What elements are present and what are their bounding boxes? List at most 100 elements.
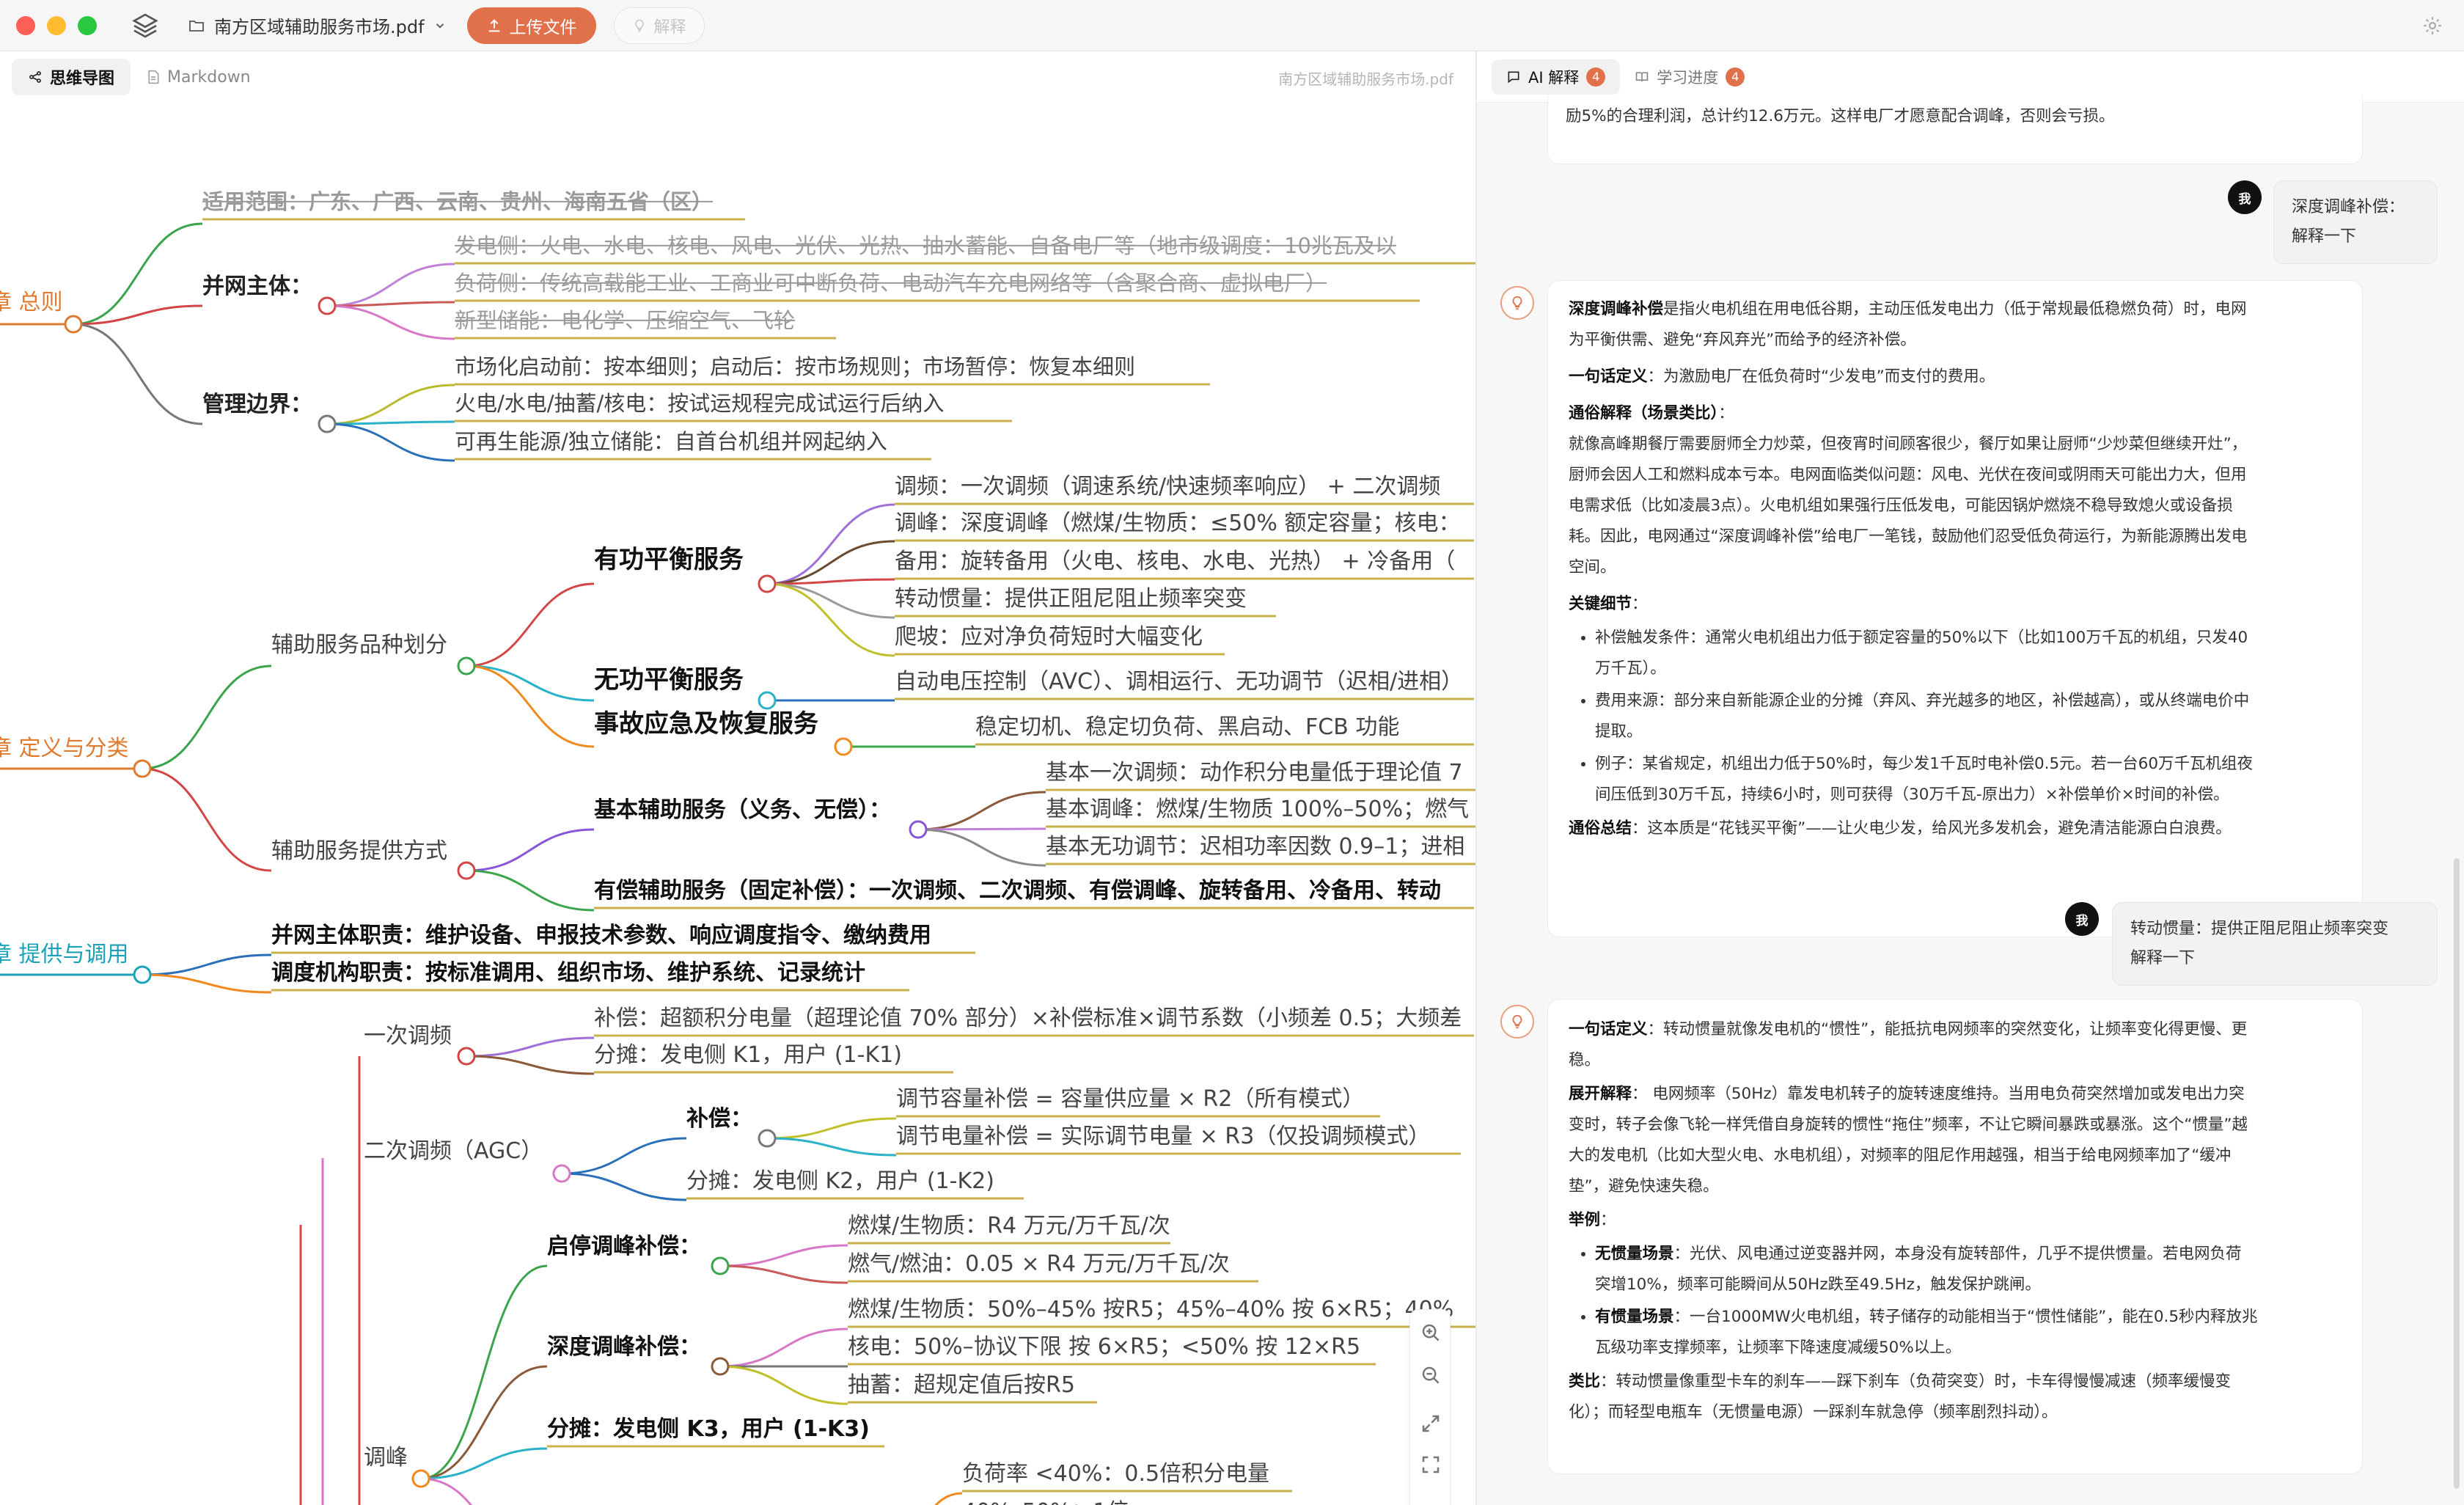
- mindmap-node[interactable]: 有偿辅助服务（固定补偿）：一次调频、二次调频、有偿调峰、旋转备用、冷备用、转动: [594, 878, 1441, 904]
- upload-file-button[interactable]: 上传文件: [466, 7, 596, 44]
- branch-connector: [466, 582, 595, 667]
- mindmap-node[interactable]: 基本无功调节：迟相功率因数 0.9–1；进相: [1046, 834, 1464, 860]
- mindmap-node[interactable]: 调节容量补偿 = 容量供应量 × R2（所有模式）: [896, 1086, 1364, 1112]
- node-toggle[interactable]: [758, 574, 777, 593]
- mindmap-node[interactable]: 启停调峰补偿：: [547, 1234, 701, 1259]
- mindmap-node[interactable]: 并网主体：: [202, 274, 312, 299]
- explain-button[interactable]: 解释: [613, 7, 705, 44]
- mindmap-node[interactable]: 有功平衡服务: [594, 545, 744, 574]
- node-toggle[interactable]: [457, 861, 476, 880]
- mindmap-node[interactable]: 40%–50%：1倍: [962, 1499, 1129, 1505]
- node-toggle[interactable]: [64, 315, 83, 334]
- mindmap-node[interactable]: 深度调峰补偿：: [547, 1334, 701, 1360]
- mindmap-node[interactable]: 备用：旋转备用（火电、核电、水电、光热） + 冷备用（: [895, 549, 1455, 574]
- mindmap-node[interactable]: 辅助服务提供方式: [271, 838, 447, 864]
- fit-view-icon[interactable]: [1420, 1413, 1442, 1435]
- mindmap-node[interactable]: 无功平衡服务: [594, 665, 744, 695]
- zoom-out-icon[interactable]: [1420, 1364, 1442, 1386]
- mindmap-node[interactable]: 补偿：: [686, 1106, 752, 1132]
- mindmap-node[interactable]: 调峰：深度调峰（燃煤/生物质：≤50% 额定容量；核电：: [895, 510, 1460, 536]
- mindmap-node[interactable]: 章 定义与分类: [0, 736, 129, 761]
- learning-progress-count-badge: 4: [1726, 67, 1745, 87]
- mindmap-node[interactable]: 爬坡：应对净负荷短时大幅变化: [895, 624, 1203, 650]
- mindmap-node[interactable]: 分摊：发电侧 K2，用户 (1-K2): [686, 1168, 994, 1194]
- tab-mindmap[interactable]: 思维导图: [12, 59, 131, 95]
- node-toggle[interactable]: [711, 1357, 730, 1376]
- file-name: 南方区域辅助服务市场.pdf: [214, 17, 425, 37]
- branch-connector: [766, 503, 895, 585]
- user-question-bubble: 转动惯量：提供正阻尼阻止频率突变 解释一下: [2112, 902, 2438, 986]
- mindmap-node[interactable]: 自动电压控制（AVC）、调相运行、无功调节（迟相/进相）: [895, 669, 1463, 695]
- mindmap-node[interactable]: 调峰: [364, 1445, 408, 1471]
- answer-card-previous: 励5%的合理利润，总计约12.6万元。这样电厂才愿意配合调峰，否则会亏损。: [1547, 95, 2363, 164]
- zoom-window-button[interactable]: [78, 15, 97, 35]
- mindmap-node[interactable]: 抽蓄：超规定值后按R5: [848, 1372, 1075, 1398]
- node-toggle[interactable]: [758, 1129, 777, 1148]
- branch-connector: [326, 263, 455, 307]
- fullscreen-icon[interactable]: [1420, 1454, 1442, 1476]
- mindmap-canvas[interactable]: 章 总则适用范围：广东、广西、云南、贵州、海南五省（区）并网主体：发电侧：火电、…: [0, 103, 1475, 1505]
- mindmap-node[interactable]: 基本调峰：燃煤/生物质 100%–50%；燃气: [1046, 797, 1469, 822]
- close-window-button[interactable]: [16, 15, 35, 35]
- mindmap-node[interactable]: 一次调频: [364, 1023, 452, 1049]
- mindmap-node[interactable]: 稳定切机、稳定切负荷、黑启动、FCB 功能: [975, 714, 1399, 740]
- node-toggle[interactable]: [411, 1469, 430, 1488]
- ai-explain-count-badge: 4: [1586, 67, 1606, 87]
- mindmap-node[interactable]: 火电/水电/抽蓄/核电：按试运规程完成试运行后纳入: [455, 391, 944, 416]
- node-toggle[interactable]: [318, 414, 337, 433]
- mindmap-node[interactable]: 基本一次调频：动作积分电量低于理论值 7: [1046, 760, 1463, 786]
- branch-connector: [73, 222, 203, 326]
- tab-ai-explain[interactable]: AI 解释 4: [1492, 59, 1621, 95]
- node-toggle[interactable]: [318, 296, 337, 315]
- scrollbar[interactable]: [2454, 858, 2460, 1489]
- tab-markdown[interactable]: Markdown: [131, 59, 267, 95]
- file-selector[interactable]: 南方区域辅助服务市场.pdf: [188, 12, 447, 38]
- node-toggle[interactable]: [133, 965, 152, 984]
- gear-icon[interactable]: [2421, 15, 2443, 37]
- node-toggle[interactable]: [711, 1256, 730, 1275]
- node-toggle[interactable]: [909, 820, 928, 839]
- mindmap-node[interactable]: 负荷率 <40%：0.5倍积分电量: [962, 1461, 1269, 1487]
- mindmap-node[interactable]: 调节电量补偿 = 实际调节电量 × R3（仅投调频模式）: [896, 1124, 1430, 1149]
- branch-connector: [420, 1264, 548, 1480]
- mindmap-node[interactable]: 调频：一次调频（调速系统/快速频率响应） + 二次调频: [895, 474, 1440, 499]
- mindmap-node[interactable]: 转动惯量：提供正阻尼阻止频率突变: [895, 586, 1247, 612]
- mindmap-node[interactable]: 事故应急及恢复服务: [594, 709, 818, 739]
- mindmap-node[interactable]: 核电：50%–协议下限 按 6×R5；<50% 按 12×R5: [848, 1334, 1360, 1360]
- mindmap-node[interactable]: 燃煤/生物质：R4 万元/万千瓦/次: [848, 1213, 1170, 1239]
- mindmap-node[interactable]: 市场化启动前：按本细则；启动后：按市场规则；市场暂停：恢复本细则: [455, 354, 1135, 379]
- node-toggle[interactable]: [457, 1047, 476, 1066]
- branch-connector: [719, 1365, 848, 1405]
- branch-connector: [142, 767, 272, 872]
- mindmap-node[interactable]: 章 提供与调用: [0, 942, 129, 967]
- download-icon[interactable]: [1420, 1502, 1442, 1505]
- branch-connector: [420, 1477, 473, 1505]
- node-toggle[interactable]: [457, 656, 476, 675]
- mindmap-node[interactable]: 二次调频（AGC）: [364, 1138, 543, 1164]
- mindmap-node[interactable]: 基本辅助服务（义务、无偿）：: [594, 797, 891, 823]
- minimize-window-button[interactable]: [47, 15, 66, 35]
- window-controls: [16, 15, 97, 35]
- mindmap-node[interactable]: 并网主体职责：维护设备、申报技术参数、响应调度指令、缴纳费用: [271, 923, 931, 948]
- branch-connector: [917, 828, 1046, 867]
- mindmap-node[interactable]: 章 总则: [0, 290, 63, 315]
- node-toggle[interactable]: [758, 691, 777, 710]
- zoom-in-icon[interactable]: [1420, 1322, 1442, 1344]
- mindmap-node[interactable]: 辅助服务品种划分: [271, 632, 447, 658]
- tab-learning-progress[interactable]: 学习进度 4: [1620, 59, 1759, 95]
- branch-connector: [326, 304, 455, 340]
- mindmap-node[interactable]: 可再生能源/独立储能：自首台机组并网起纳入: [455, 429, 887, 454]
- mindmap-node[interactable]: 分摊：发电侧 K1，用户 (1-K1): [594, 1042, 902, 1068]
- mindmap-node[interactable]: 燃气/燃油：0.05 × R4 万元/万千瓦/次: [848, 1251, 1230, 1277]
- mindmap-node[interactable]: 分摊：发电侧 K3，用户 (1-K3): [547, 1416, 870, 1442]
- layers-icon[interactable]: [131, 11, 160, 40]
- mindmap-node[interactable]: 补偿：超额积分电量（超理论值 70% 部分）×补偿标准×调节系数（小频差 0.5…: [594, 1006, 1462, 1031]
- node-toggle[interactable]: [133, 759, 152, 778]
- node-toggle[interactable]: [552, 1164, 571, 1183]
- branch-connector: [766, 582, 895, 657]
- mindmap-node[interactable]: 燃煤/生物质：50%–45% 按R5；45%–40% 按 6×R5；40%: [848, 1297, 1453, 1322]
- mindmap-node[interactable]: 调度机构职责：按标准调用、组织市场、维护系统、记录统计: [271, 960, 865, 986]
- node-toggle[interactable]: [834, 737, 853, 756]
- mindmap-node[interactable]: 管理边界：: [202, 392, 312, 417]
- branch-connector: [766, 1117, 897, 1140]
